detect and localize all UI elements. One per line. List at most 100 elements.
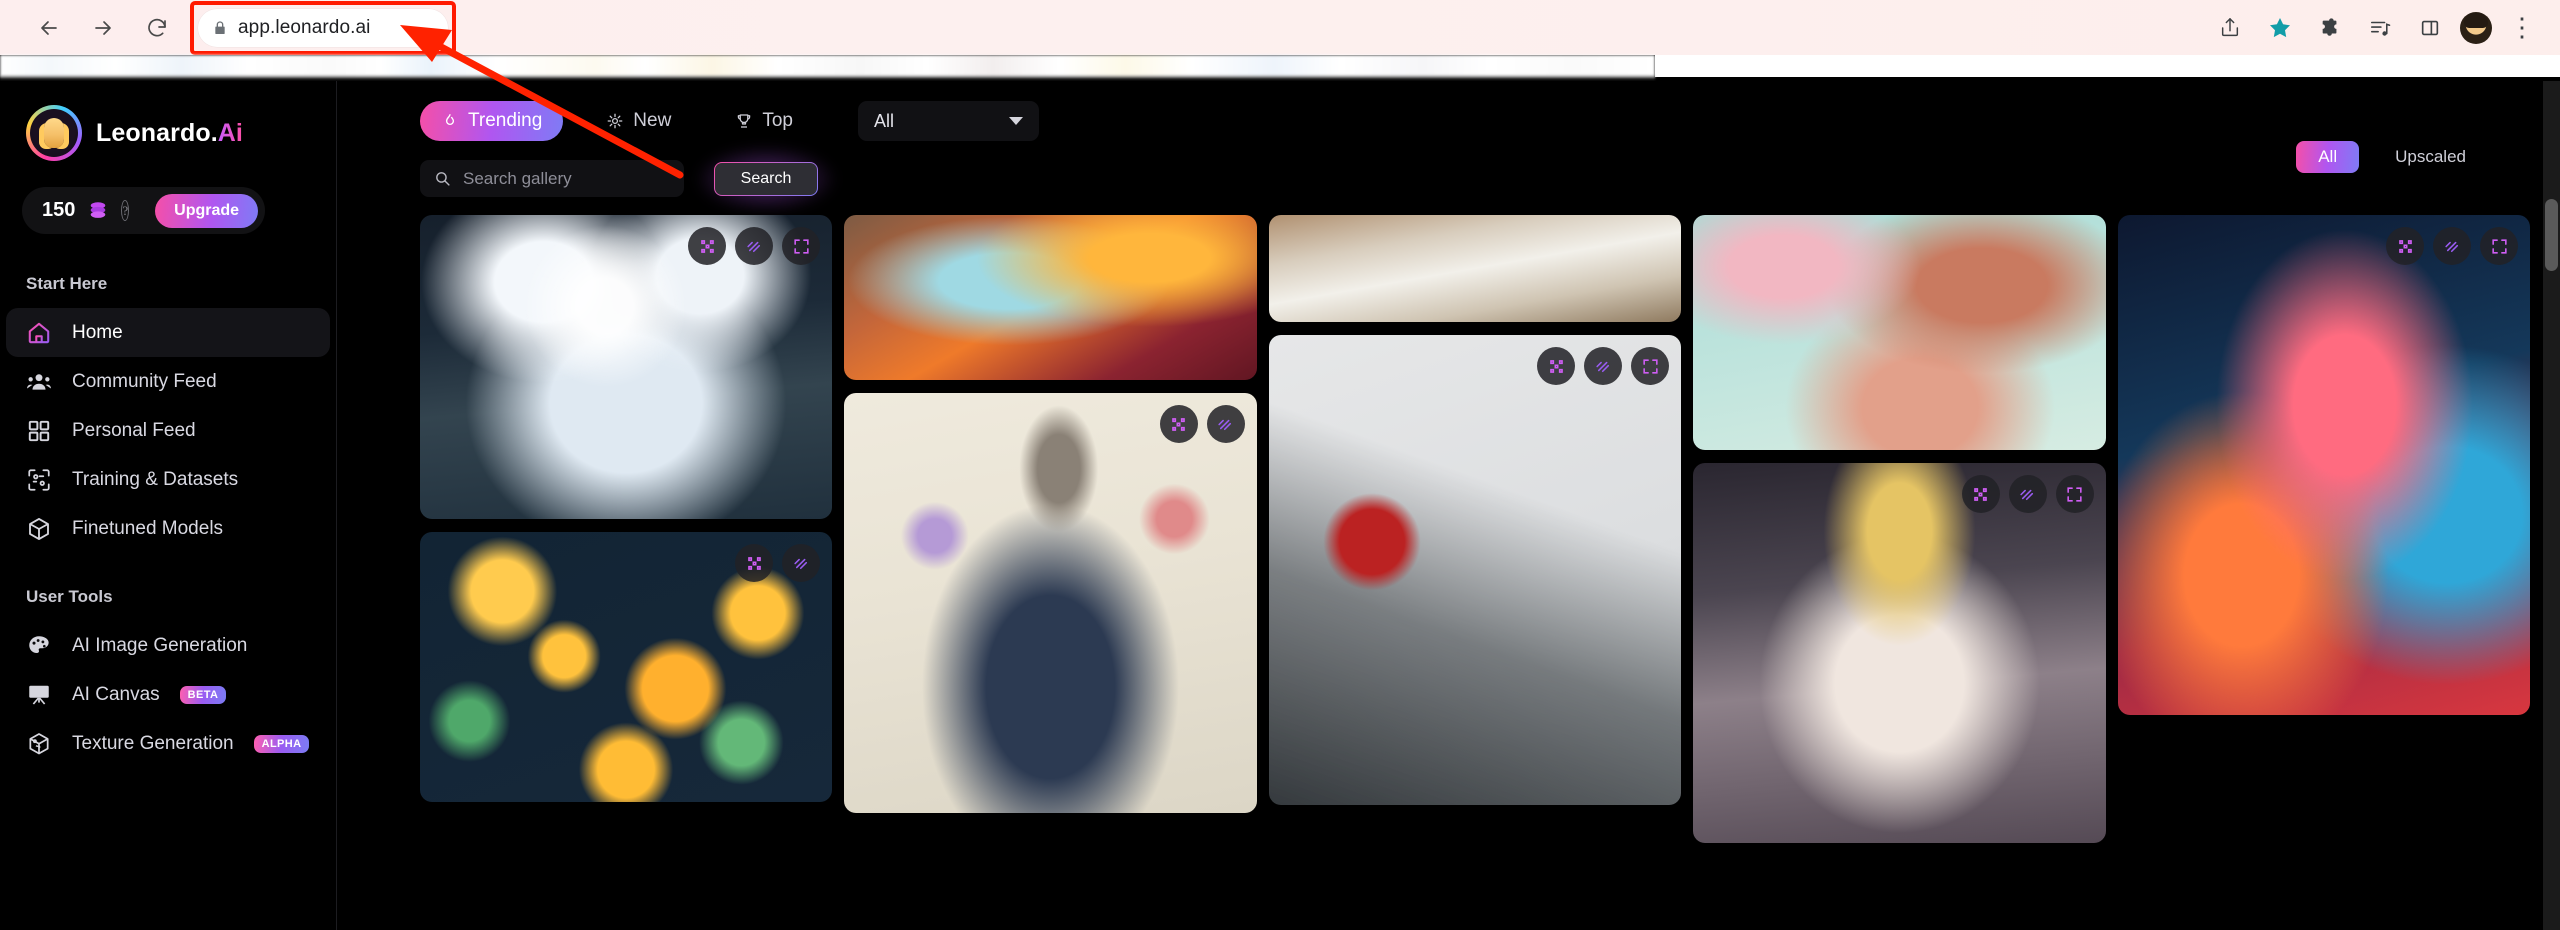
motion-icon[interactable]: [1584, 347, 1623, 385]
sidebar-item-training-datasets[interactable]: Training & Datasets: [0, 455, 336, 504]
gallery-toolbar: Trending New Top All Search gallery Sear…: [337, 81, 2560, 212]
card-action-group: [2386, 227, 2519, 265]
motion-icon[interactable]: [1206, 405, 1245, 443]
sidebar-item-ai-canvas[interactable]: AI Canvas BETA: [0, 670, 336, 719]
gallery-column: [1268, 215, 1682, 930]
page-scrollbar[interactable]: [2543, 81, 2560, 930]
gallery-card-bearded-figure-portrait[interactable]: [844, 215, 1257, 380]
extensions-icon[interactable]: [2310, 8, 2350, 48]
gallery-card-anime-hiker-illustration[interactable]: [1693, 215, 2106, 450]
upgrade-button[interactable]: Upgrade: [155, 193, 259, 228]
sidebar-item-texture-generation[interactable]: Texture Generation ALPHA: [0, 719, 336, 768]
home-icon: [26, 320, 52, 346]
gallery-card-golden-crown-queen-portrait[interactable]: [1693, 463, 2106, 843]
remix-icon[interactable]: [1961, 475, 2000, 513]
side-panel-icon[interactable]: [2410, 8, 2450, 48]
community-icon: [26, 369, 52, 395]
motion-glyph: [1596, 361, 1609, 372]
sidebar-item-label: AI Image Generation: [72, 634, 248, 656]
credits-pill: 150 ? Upgrade: [22, 187, 265, 234]
expand-icon[interactable]: [2480, 227, 2519, 265]
trophy-icon: [738, 114, 751, 128]
browser-toolbar: app.leonardo.ai ⋮: [0, 0, 2560, 55]
card-action-group: [688, 227, 821, 265]
sidebar-item-personal-feed[interactable]: Personal Feed: [0, 406, 336, 455]
sidebar-item-ai-image-generation[interactable]: AI Image Generation: [0, 621, 336, 670]
sidebar-item-home[interactable]: Home: [6, 308, 330, 357]
remix-glyph: [2398, 239, 2412, 253]
tab-trending[interactable]: Trending: [420, 101, 564, 141]
cube-icon: [26, 516, 52, 542]
tab-top[interactable]: Top: [714, 101, 814, 141]
profile-avatar[interactable]: [2460, 11, 2492, 44]
view-filter-toggle: All Upscaled: [2296, 141, 2488, 173]
expand-icon[interactable]: [782, 227, 821, 265]
gallery-tabs: Trending New Top All: [337, 101, 2560, 141]
search-icon: [436, 172, 450, 186]
sidebar-item-label: AI Canvas: [72, 683, 160, 705]
gallery-card-ice-queen-portrait[interactable]: [420, 215, 833, 519]
card-action-group: [1159, 405, 1245, 443]
search-placeholder: Search gallery: [463, 168, 572, 188]
search-input[interactable]: Search gallery: [420, 160, 684, 197]
sparkle-icon: [607, 113, 623, 129]
remix-icon[interactable]: [1159, 405, 1198, 443]
search-button-wrapper: Search: [696, 145, 836, 212]
card-action-group: [735, 544, 821, 582]
expand-icon[interactable]: [1631, 347, 1670, 385]
card-action-group: [1537, 347, 1670, 385]
leonardo-logo-icon: [26, 105, 82, 161]
search-row: Search gallery Search: [337, 145, 2560, 212]
remix-icon[interactable]: [2386, 227, 2425, 265]
filter-upscaled[interactable]: Upscaled: [2373, 141, 2488, 173]
motion-icon[interactable]: [2008, 475, 2047, 513]
help-icon[interactable]: ?: [121, 200, 130, 221]
motion-glyph: [2444, 241, 2458, 252]
sidebar-item-finetuned-models[interactable]: Finetuned Models: [0, 504, 336, 553]
brand-name-suffix: Ai: [217, 118, 243, 147]
sidebar-item-label: Training & Datasets: [72, 468, 239, 490]
category-select[interactable]: All: [857, 101, 1039, 141]
scrollbar-thumb[interactable]: [2545, 199, 2558, 271]
badge-alpha: ALPHA: [253, 734, 310, 753]
kebab-menu-icon[interactable]: ⋮: [2502, 8, 2542, 48]
expand-glyph: [2067, 486, 2082, 502]
lock-icon: [215, 20, 225, 34]
bookmark-star-icon[interactable]: [2260, 8, 2300, 48]
bookmarks-bar-blurred: [0, 55, 1655, 77]
palette-icon: [26, 633, 52, 659]
section-title-start-here: Start Here: [26, 274, 108, 293]
sidebar-item-label: Texture Generation: [72, 732, 234, 754]
remix-icon[interactable]: [688, 227, 727, 265]
media-playlist-icon[interactable]: [2360, 8, 2400, 48]
search-button[interactable]: Search: [714, 162, 818, 196]
address-bar[interactable]: app.leonardo.ai: [198, 8, 448, 47]
tab-label: New: [633, 110, 672, 131]
gallery-card-red-haired-cyber-girl[interactable]: [2117, 215, 2531, 715]
gallery-card-floral-bottle-still-life[interactable]: [844, 393, 1257, 813]
motion-icon[interactable]: [735, 227, 774, 265]
gallery-card-braided-hair-closeup[interactable]: [1268, 215, 1682, 322]
gallery-card-ink-wash-mountain-landscape[interactable]: [1268, 335, 1682, 805]
coin-stack-icon: [91, 201, 106, 218]
share-icon[interactable]: [2210, 8, 2250, 48]
brand-logo-block[interactable]: Leonardo.Ai: [0, 105, 336, 161]
back-icon[interactable]: [22, 1, 76, 55]
easel-icon: [26, 682, 52, 708]
expand-glyph: [2491, 238, 2507, 254]
reload-icon[interactable]: [130, 1, 184, 55]
sidebar-item-community-feed[interactable]: Community Feed: [0, 357, 336, 406]
filter-all[interactable]: All: [2296, 141, 2360, 173]
motion-icon[interactable]: [782, 544, 821, 582]
expand-icon[interactable]: [2055, 475, 2094, 513]
remix-icon[interactable]: [1537, 347, 1576, 385]
motion-icon[interactable]: [2433, 227, 2472, 265]
gallery-card-orange-slices-pattern[interactable]: [420, 532, 833, 802]
badge-beta: BETA: [179, 685, 227, 704]
nav-list-start-here: Home Community Feed Personal Feed Traini…: [0, 308, 336, 553]
tab-new[interactable]: New: [585, 101, 692, 141]
forward-icon[interactable]: [76, 1, 130, 55]
expand-glyph: [1643, 358, 1658, 374]
help-icon-glyph: ?: [122, 202, 129, 218]
remix-icon[interactable]: [735, 544, 774, 582]
